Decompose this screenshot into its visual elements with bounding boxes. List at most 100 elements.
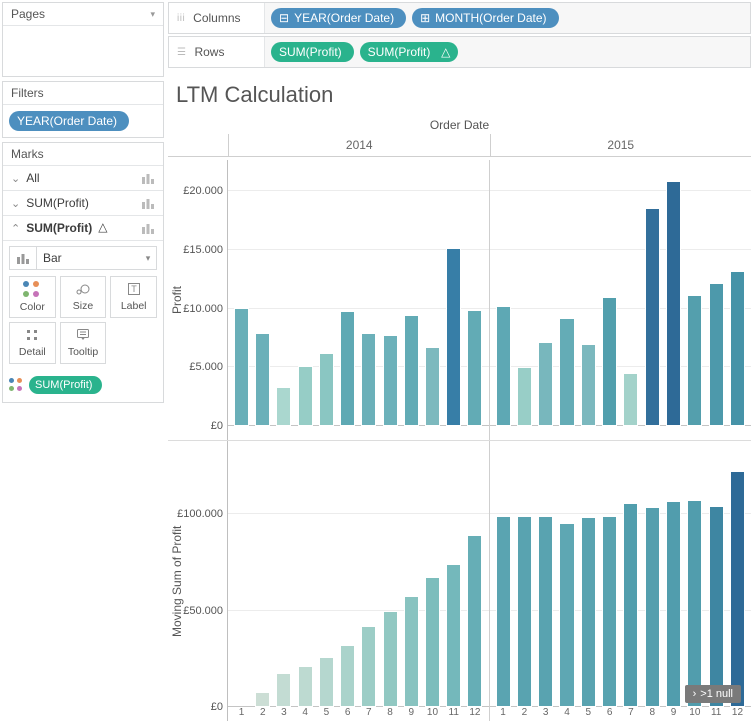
bar[interactable] xyxy=(319,657,334,707)
bar[interactable] xyxy=(623,503,638,707)
rows-shelf[interactable]: ☰ Rows SUM(Profit) SUM(Profit) △ xyxy=(168,36,751,68)
filters-title: Filters xyxy=(11,86,44,100)
pages-title: Pages xyxy=(11,7,45,21)
bar[interactable] xyxy=(581,344,596,426)
mark-tooltip-button[interactable]: Tooltip xyxy=(60,322,107,364)
x-tick: 6 xyxy=(340,707,355,721)
bar[interactable] xyxy=(517,367,532,426)
bar[interactable] xyxy=(276,673,291,707)
bar[interactable] xyxy=(276,387,291,426)
bar[interactable] xyxy=(538,342,553,426)
bar[interactable] xyxy=(340,645,355,707)
plot-2015-ltm[interactable]: 123456789101112 › >1 null xyxy=(490,441,752,721)
plot-2014-profit[interactable] xyxy=(228,160,490,440)
y-tick: £20.000 xyxy=(183,185,223,197)
marks-row-sumprofit1[interactable]: ⌄ SUM(Profit) xyxy=(3,191,163,216)
bar[interactable] xyxy=(319,353,334,426)
chevron-down-icon: ⌄ xyxy=(11,197,20,210)
pages-body[interactable] xyxy=(3,26,163,76)
rows-shelf-content[interactable]: SUM(Profit) SUM(Profit) △ xyxy=(265,37,750,67)
mark-btn-label: Size xyxy=(73,300,93,312)
columns-shelf-content[interactable]: ⊟ YEAR(Order Date) ⊞ MONTH(Order Date) xyxy=(265,3,750,33)
x-tick: 10 xyxy=(687,707,702,721)
rows-icon: ☰ xyxy=(177,47,186,58)
rows-title: Rows xyxy=(194,45,224,59)
bar[interactable] xyxy=(687,500,702,707)
mark-type-selector[interactable]: Bar ▾ xyxy=(9,246,157,270)
bar[interactable] xyxy=(234,308,249,426)
filters-body[interactable]: YEAR(Order Date) xyxy=(3,105,163,137)
year-header-2015[interactable]: 2015 xyxy=(490,134,752,156)
marks-pill-sumprofit[interactable]: SUM(Profit) xyxy=(29,376,102,394)
bar[interactable] xyxy=(446,564,461,707)
bar[interactable] xyxy=(298,366,313,426)
bar-icon xyxy=(141,222,155,234)
bar[interactable] xyxy=(666,181,681,426)
bar[interactable] xyxy=(709,506,724,707)
y-tick: £0 xyxy=(211,701,223,713)
bar[interactable] xyxy=(298,666,313,707)
y-axis-title-ltm[interactable]: Moving Sum of Profit xyxy=(168,441,186,721)
bar[interactable] xyxy=(602,516,617,707)
marks-row-sumprofit2[interactable]: ⌃ SUM(Profit) △ xyxy=(3,216,163,241)
bar[interactable] xyxy=(467,310,482,426)
bar[interactable] xyxy=(538,516,553,707)
bar[interactable] xyxy=(425,347,440,426)
bar[interactable] xyxy=(425,577,440,707)
y-tick: £0 xyxy=(211,420,223,432)
bar[interactable] xyxy=(581,517,596,707)
marks-row-label: SUM(Profit) xyxy=(26,196,89,210)
mark-detail-button[interactable]: Detail xyxy=(9,322,56,364)
bar[interactable] xyxy=(467,535,482,707)
columns-shelf[interactable]: iii Columns ⊟ YEAR(Order Date) ⊞ MONTH(O… xyxy=(168,2,751,34)
x-tick: 4 xyxy=(298,707,313,721)
bar[interactable] xyxy=(517,516,532,707)
bar[interactable] xyxy=(361,333,376,426)
mark-size-button[interactable]: Size xyxy=(60,276,107,318)
rows-pill-2[interactable]: SUM(Profit) △ xyxy=(360,42,459,62)
bar[interactable] xyxy=(645,208,660,426)
null-indicator[interactable]: › >1 null xyxy=(685,685,741,703)
bar[interactable] xyxy=(255,333,270,426)
filter-pill-year[interactable]: YEAR(Order Date) xyxy=(9,111,129,131)
bar[interactable] xyxy=(602,297,617,426)
mark-color-button[interactable]: Color xyxy=(9,276,56,318)
y-tick: £100.000 xyxy=(177,508,223,520)
bar[interactable] xyxy=(496,306,511,426)
filter-pill-label: YEAR(Order Date) xyxy=(17,114,117,128)
mark-label-button[interactable]: T Label xyxy=(110,276,157,318)
bar[interactable] xyxy=(404,315,419,426)
bar[interactable] xyxy=(645,507,660,707)
bar[interactable] xyxy=(383,335,398,426)
size-icon xyxy=(75,282,91,298)
rows-pill-1[interactable]: SUM(Profit) xyxy=(271,42,354,62)
bar[interactable] xyxy=(559,318,574,426)
columns-pill-year[interactable]: ⊟ YEAR(Order Date) xyxy=(271,8,406,28)
x-tick: 7 xyxy=(361,707,376,721)
columns-pill-month[interactable]: ⊞ MONTH(Order Date) xyxy=(412,8,558,28)
bar[interactable] xyxy=(730,471,745,707)
bar[interactable] xyxy=(709,283,724,426)
bar[interactable] xyxy=(383,611,398,707)
bar[interactable] xyxy=(730,271,745,426)
plot-2015-profit[interactable] xyxy=(490,160,752,440)
bar[interactable] xyxy=(687,295,702,426)
year-header-2014[interactable]: 2014 xyxy=(228,134,490,156)
bar[interactable] xyxy=(255,692,270,707)
bar[interactable] xyxy=(666,501,681,707)
bar[interactable] xyxy=(361,626,376,707)
marks-row-all[interactable]: ⌄ All xyxy=(3,166,163,191)
bar[interactable] xyxy=(496,516,511,707)
pages-header[interactable]: Pages ▾ xyxy=(3,3,163,26)
bar[interactable] xyxy=(446,248,461,426)
bar[interactable] xyxy=(404,596,419,708)
bar[interactable] xyxy=(623,373,638,426)
sheet-title-area[interactable]: LTM Calculation xyxy=(166,68,753,114)
chevron-down-icon: ⌄ xyxy=(11,172,20,185)
y-axis-title-profit[interactable]: Profit xyxy=(168,160,186,440)
bar[interactable] xyxy=(559,523,574,707)
y-tick: £50.000 xyxy=(183,605,223,617)
bar[interactable] xyxy=(340,311,355,426)
filters-header[interactable]: Filters xyxy=(3,82,163,105)
plot-2014-ltm[interactable]: 123456789101112 xyxy=(228,441,490,721)
